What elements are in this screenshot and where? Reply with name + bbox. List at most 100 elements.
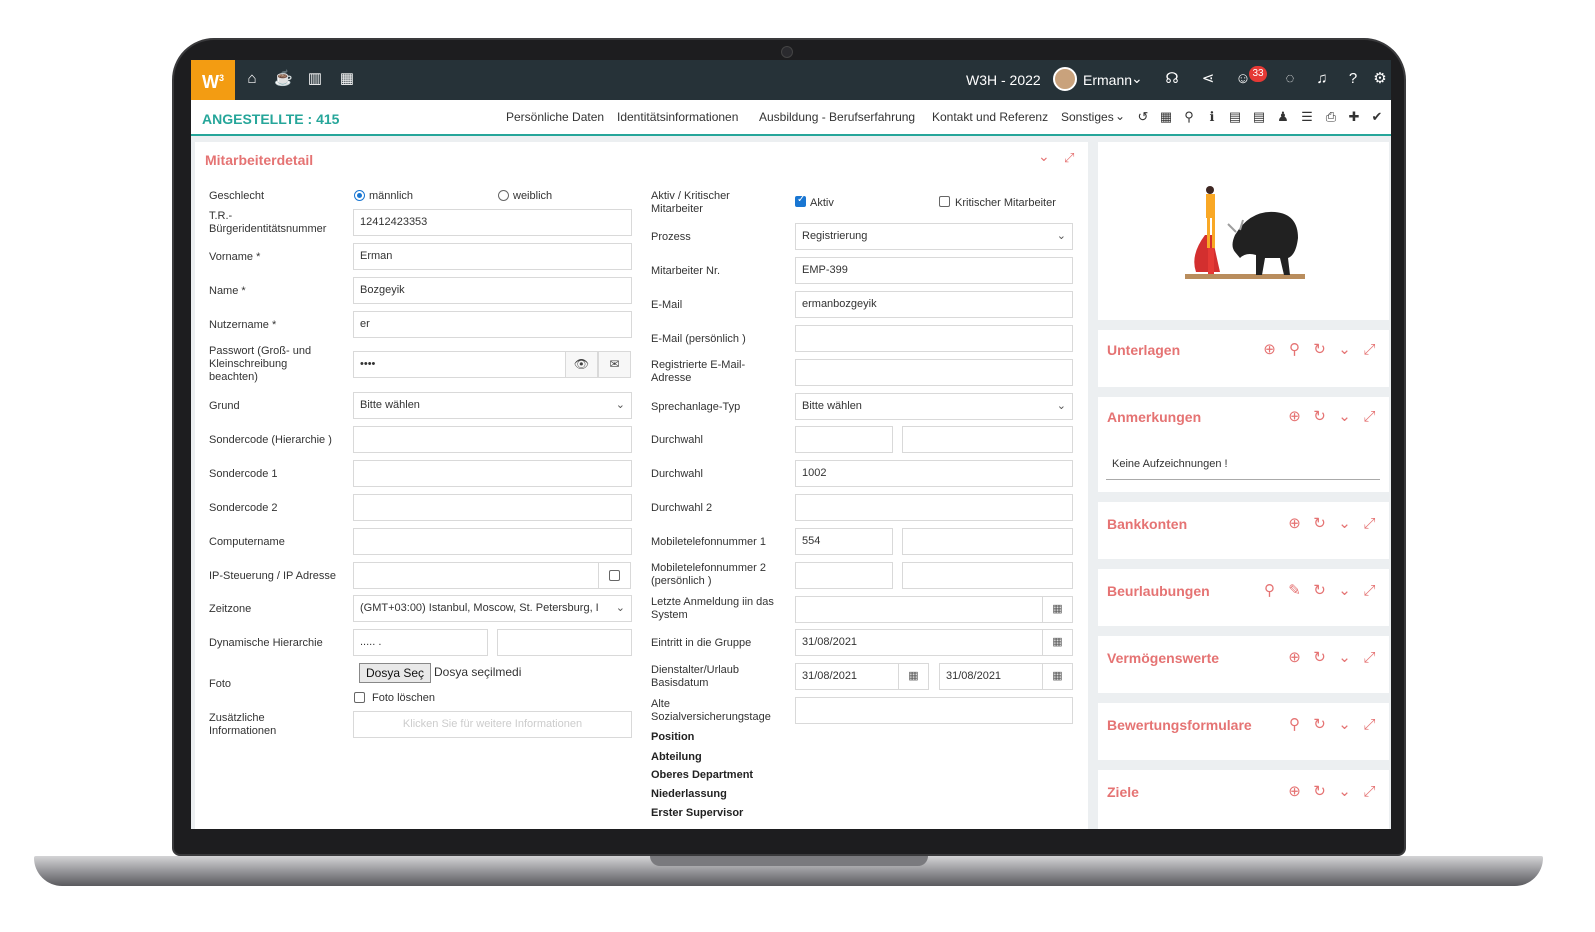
list-icon[interactable]: ☰ xyxy=(1299,109,1315,125)
ip-control-checkbox-addon[interactable] xyxy=(598,562,631,589)
history-icon[interactable]: ↺ xyxy=(1135,109,1151,125)
timezone-select[interactable]: (GMT+03:00) Istanbul, Moscow, St. Peters… xyxy=(353,595,632,622)
ip-input[interactable] xyxy=(353,562,599,589)
active-text[interactable]: Aktiv xyxy=(810,197,834,210)
chevron-down-icon[interactable]: ⌄ xyxy=(1332,514,1357,532)
expand-icon[interactable]: ⤢ xyxy=(1357,582,1382,599)
chevron-down-icon[interactable]: ⌄ xyxy=(1332,715,1357,733)
critical-checkbox[interactable] xyxy=(939,196,950,207)
tc-input[interactable]: 12412423353 xyxy=(353,209,632,236)
search-icon[interactable]: ⚲ xyxy=(1282,340,1307,358)
show-password-eye-icon[interactable]: 👁 xyxy=(565,351,598,378)
expand-icon[interactable]: ⤢ xyxy=(1357,649,1382,666)
mobile1-input-2[interactable] xyxy=(902,528,1073,555)
expand-icon[interactable]: ⤢ xyxy=(1357,716,1382,733)
firstname-input[interactable]: Erman xyxy=(353,243,632,270)
share-icon[interactable]: ⋖ xyxy=(1199,70,1217,88)
mobile2-input-2[interactable] xyxy=(902,562,1073,589)
tab-contact[interactable]: Kontakt und Referenz xyxy=(932,110,1048,124)
dynhier-input-2[interactable] xyxy=(497,629,632,656)
active-checkbox[interactable] xyxy=(795,194,806,207)
gender-male-label[interactable]: männlich xyxy=(369,190,413,203)
info-icon[interactable]: ℹ xyxy=(1204,109,1220,125)
empno-input[interactable]: EMP-399 xyxy=(795,257,1073,284)
print-icon[interactable]: ⎙ xyxy=(1323,109,1339,125)
tab-education[interactable]: Ausbildung - Berufserfahrung xyxy=(759,110,915,124)
tab-other[interactable]: Sonstiges xyxy=(1061,110,1114,124)
ext3-input[interactable] xyxy=(795,494,1073,521)
email-personal-input[interactable] xyxy=(795,325,1073,352)
refresh-icon[interactable]: ↻ xyxy=(1307,340,1332,358)
mobile1-input-1[interactable]: 554 xyxy=(795,528,893,555)
calendar-icon[interactable]: ▦ xyxy=(898,664,928,689)
expand-icon[interactable]: ⤢ xyxy=(1357,515,1382,532)
coffee-icon[interactable]: ☕ xyxy=(274,70,293,88)
intercom-select[interactable]: Bitte wählen ⌄ xyxy=(795,393,1073,420)
old-ss-input[interactable] xyxy=(795,697,1073,724)
company-name[interactable]: W3H - 2022 xyxy=(966,72,1041,88)
archive-icon[interactable]: ▤ xyxy=(1227,109,1243,125)
tab-other-chevron-icon[interactable]: ⌄ xyxy=(1115,109,1125,123)
expand-icon[interactable]: ⤢ xyxy=(1357,341,1382,358)
user-chevron-icon[interactable]: ⌄ xyxy=(1131,70,1143,87)
tab-identity[interactable]: Identitätsinformationen xyxy=(617,110,738,124)
gender-female-label[interactable]: weiblich xyxy=(513,190,552,203)
reg-email-input[interactable] xyxy=(795,359,1073,386)
ip-control-checkbox[interactable] xyxy=(609,570,620,581)
expand-icon[interactable]: ⤢ xyxy=(1357,783,1382,800)
plus-circle-icon[interactable]: ⊕ xyxy=(1282,648,1307,666)
seniority-input-1[interactable]: 31/08/2021 ▦ xyxy=(795,663,929,690)
headset-icon[interactable]: ☊ xyxy=(1163,70,1181,88)
avatar[interactable] xyxy=(1053,67,1077,91)
chevron-down-icon[interactable]: ⌄ xyxy=(1332,340,1357,358)
bell-icon[interactable]: ♟ xyxy=(1275,109,1291,125)
extra-info-input[interactable]: Klicken Sie für weitere Informationen xyxy=(353,711,632,738)
bell-icon[interactable]: ♫ xyxy=(1313,70,1331,88)
expand-icon[interactable]: ⤢ xyxy=(1357,408,1382,425)
special2-input[interactable] xyxy=(353,494,632,521)
ext-input-2[interactable] xyxy=(902,426,1073,453)
reason-select[interactable]: Bitte wählen ⌄ xyxy=(353,392,632,419)
lastlogin-input[interactable]: ▦ xyxy=(795,596,1073,623)
search-icon[interactable]: ⚲ xyxy=(1181,109,1197,125)
search-icon[interactable]: ⚲ xyxy=(1282,715,1307,733)
dynhier-input-1[interactable]: ..... . xyxy=(353,629,488,656)
photo-delete-label[interactable]: Foto löschen xyxy=(372,692,435,705)
username-input[interactable]: er xyxy=(353,311,632,338)
calendar-icon[interactable]: ▦ xyxy=(1042,597,1072,622)
plus-icon[interactable]: ✚ xyxy=(1346,109,1362,125)
chat-icon[interactable]: ◌ xyxy=(1281,70,1299,88)
plus-circle-icon[interactable]: ⊕ xyxy=(1282,782,1307,800)
gender-male-radio[interactable] xyxy=(354,190,365,201)
expand-icon[interactable]: ⤢ xyxy=(1064,150,1074,166)
refresh-icon[interactable]: ↻ xyxy=(1307,648,1332,666)
photo-delete-checkbox[interactable] xyxy=(354,692,365,703)
envelope-icon[interactable]: ✉ xyxy=(598,351,631,378)
calendar-icon[interactable]: ▦ xyxy=(1042,664,1072,689)
refresh-icon[interactable]: ↻ xyxy=(1307,782,1332,800)
refresh-icon[interactable]: ↻ xyxy=(1307,514,1332,532)
critical-text[interactable]: Kritischer Mitarbeiter xyxy=(955,197,1056,210)
chevron-down-icon[interactable]: ⌄ xyxy=(1332,407,1357,425)
refresh-icon[interactable]: ↻ xyxy=(1307,407,1332,425)
plus-circle-icon[interactable]: ⊕ xyxy=(1282,407,1307,425)
edit-icon[interactable]: ✎ xyxy=(1282,581,1307,599)
refresh-icon[interactable]: ↻ xyxy=(1307,581,1332,599)
calendar-icon[interactable]: ▦ xyxy=(1042,630,1072,655)
mobile2-input-1[interactable] xyxy=(795,562,893,589)
refresh-icon[interactable]: ↻ xyxy=(1307,715,1332,733)
ext-input-1[interactable] xyxy=(795,426,893,453)
search-icon[interactable]: ⚲ xyxy=(1257,581,1282,599)
plus-circle-icon[interactable]: ⊕ xyxy=(1257,340,1282,358)
email-input[interactable]: ermanbozgeyik xyxy=(795,291,1073,318)
logo[interactable]: W3 xyxy=(191,60,235,100)
computer-input[interactable] xyxy=(353,528,632,555)
collapse-chevron-icon[interactable]: ⌄ xyxy=(1038,148,1050,165)
table-icon[interactable]: ▦ xyxy=(1158,109,1174,125)
archive-2-icon[interactable]: ▤ xyxy=(1251,109,1267,125)
special-hier-input[interactable] xyxy=(353,426,632,453)
check-icon[interactable]: ✔ xyxy=(1369,109,1385,125)
file-choose-button[interactable]: Dosya Seç xyxy=(359,663,432,683)
seniority-input-2[interactable]: 31/08/2021 ▦ xyxy=(939,663,1073,690)
gender-female-radio[interactable] xyxy=(498,190,509,201)
